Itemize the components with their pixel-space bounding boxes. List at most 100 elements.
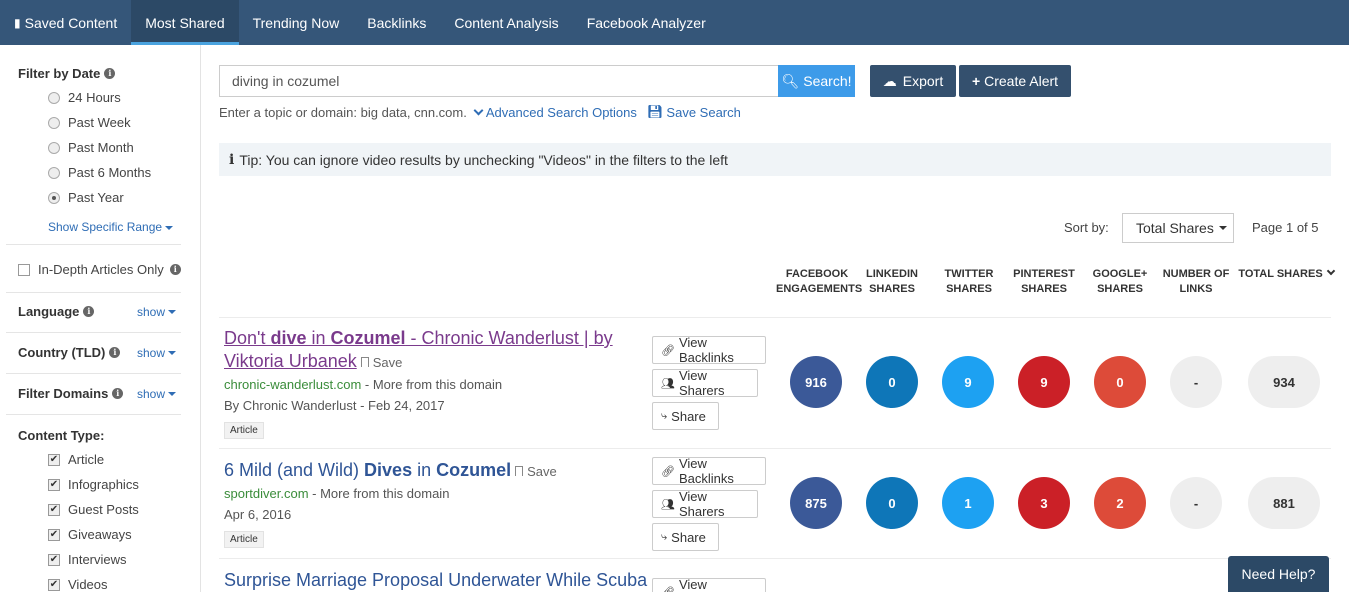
article-type-badge: Article — [224, 531, 264, 548]
date-option-past-6-months[interactable]: Past 6 Months — [48, 165, 151, 180]
article-byline: Apr 6, 2016 — [224, 507, 292, 522]
view-sharers-button[interactable]: 👥︎ View Sharers — [652, 368, 758, 398]
content-type-interviews[interactable]: ✔ Interviews — [48, 552, 127, 567]
share-button[interactable]: ⤷ Share — [652, 402, 719, 430]
article-title-link[interactable]: Don't dive in Cozumel - Chronic Wanderlu… — [224, 327, 644, 374]
view-sharers-button[interactable]: 👥︎ View Sharers — [652, 489, 758, 519]
bookmark-icon — [360, 357, 369, 367]
show-specific-range-link[interactable]: Show Specific Range — [48, 220, 174, 234]
date-option-24-hours[interactable]: 24 Hours — [48, 90, 121, 105]
tab-most-shared[interactable]: Most Shared — [131, 0, 239, 45]
facebook-engagements-count: 916 — [790, 356, 842, 408]
total-shares-count: 881 — [1248, 477, 1320, 529]
chevron-down-icon — [1326, 266, 1335, 276]
info-icon[interactable]: i — [104, 68, 116, 79]
googleplus-shares-count: 0 — [1094, 356, 1146, 408]
checkmark-icon: ✔ — [48, 453, 60, 466]
divider — [6, 244, 181, 245]
search-button[interactable]: 🔍︎ Search! — [778, 65, 855, 97]
col-pinterest-shares[interactable]: PINTEREST SHARES — [1012, 267, 1076, 297]
sort-select[interactable]: Total Shares — [1122, 213, 1234, 243]
linkedin-shares-count: 0 — [866, 477, 918, 529]
export-button[interactable]: ☁ Export — [870, 65, 956, 97]
radio-selected-icon — [48, 191, 60, 204]
caret-down-icon — [165, 225, 174, 230]
checkbox[interactable] — [18, 263, 30, 276]
tab-facebook-analyzer[interactable]: Facebook Analyzer — [573, 0, 720, 45]
more-from-domain-link[interactable]: - More from this domain — [361, 377, 502, 392]
content-type-giveaways[interactable]: ✔ Giveaways — [48, 527, 132, 542]
info-icon[interactable]: i — [169, 264, 181, 275]
content-type-article[interactable]: ✔ Article — [48, 452, 104, 467]
save-search-icon: 💾︎ — [646, 104, 664, 119]
more-from-domain-link[interactable]: - More from this domain — [309, 486, 449, 501]
domain-link[interactable]: sportdiver.com — [224, 486, 309, 501]
row-divider — [219, 317, 1331, 318]
content-type-videos[interactable]: ✔ Videos — [48, 577, 108, 592]
content-type-guest-posts[interactable]: ✔ Guest Posts — [48, 502, 139, 517]
advanced-search-link[interactable]: Advanced Search Options — [486, 105, 637, 120]
need-help-button[interactable]: Need Help? — [1228, 556, 1329, 592]
article-title-link[interactable]: Surprise Marriage Proposal Underwater Wh… — [224, 569, 647, 592]
plus-icon: + — [971, 73, 981, 89]
view-backlinks-button[interactable]: 🔗︎View Backlinks — [652, 577, 766, 592]
language-show-toggle[interactable]: show — [137, 305, 176, 319]
tab-backlinks[interactable]: Backlinks — [353, 0, 440, 45]
save-search-link[interactable]: Save Search — [666, 105, 740, 120]
col-total-shares[interactable]: TOTAL SHARES — [1238, 266, 1335, 282]
top-nav: ▮ Saved Content Most Shared Trending Now … — [0, 0, 1349, 45]
total-shares-count: 934 — [1248, 356, 1320, 408]
article-title-link[interactable]: 6 Mild (and Wild) Dives in Cozumel Save — [224, 459, 644, 483]
page-indicator: Page 1 of 5 — [1252, 220, 1319, 235]
share-icon: ⤷ — [661, 530, 668, 543]
in-depth-checkbox-row[interactable]: In-Depth Articles Only i — [18, 262, 181, 277]
tab-content-analysis[interactable]: Content Analysis — [440, 0, 572, 45]
domain-link[interactable]: chronic-wanderlust.com — [224, 377, 361, 392]
view-backlinks-button[interactable]: 🔗︎View Backlinks — [652, 335, 766, 365]
search-hint: Enter a topic or domain: big data, cnn.c… — [219, 104, 741, 120]
divider — [6, 373, 181, 374]
article-domain: sportdiver.com - More from this domain — [224, 486, 449, 501]
language-title: Language i — [18, 304, 95, 319]
country-title: Country (TLD) i — [18, 345, 121, 360]
date-option-past-year[interactable]: Past Year — [48, 190, 124, 205]
col-linkedin-shares[interactable]: LINKEDIN SHARES — [860, 267, 924, 297]
checkmark-icon: ✔ — [48, 528, 60, 541]
country-show-toggle[interactable]: show — [137, 346, 176, 360]
col-twitter-shares[interactable]: TWITTER SHARES — [938, 267, 1000, 297]
content-type-infographics[interactable]: ✔ Infographics — [48, 477, 139, 492]
radio-icon — [48, 166, 60, 179]
share-button[interactable]: ⤷ Share — [652, 523, 719, 551]
col-googleplus-shares[interactable]: GOOGLE+ SHARES — [1090, 267, 1150, 297]
info-icon[interactable]: i — [83, 306, 95, 317]
date-option-past-week[interactable]: Past Week — [48, 115, 131, 130]
tab-trending-now[interactable]: Trending Now — [239, 0, 354, 45]
domains-show-toggle[interactable]: show — [137, 387, 176, 401]
language-filter-row: Language i show — [18, 304, 176, 319]
checkmark-icon: ✔ — [48, 503, 60, 516]
create-alert-button[interactable]: + Create Alert — [959, 65, 1071, 97]
linkedin-shares-count: 0 — [866, 356, 918, 408]
twitter-shares-count: 1 — [942, 477, 994, 529]
pinterest-shares-count: 3 — [1018, 477, 1070, 529]
search-input[interactable]: diving in cozumel — [219, 65, 778, 97]
tab-saved-content[interactable]: ▮ Saved Content — [0, 0, 131, 45]
view-backlinks-button[interactable]: 🔗︎View Backlinks — [652, 456, 766, 486]
save-article-button[interactable]: Save — [515, 460, 557, 483]
save-article-button[interactable]: Save — [360, 351, 402, 374]
col-number-of-links[interactable]: NUMBER OF LINKS — [1162, 267, 1230, 297]
col-facebook-engagements[interactable]: FACEBOOK ENGAGEMENTS — [776, 267, 862, 297]
info-icon[interactable]: i — [112, 388, 124, 399]
radio-icon — [48, 91, 60, 104]
checkmark-icon: ✔ — [48, 553, 60, 566]
caret-down-icon — [1218, 226, 1227, 230]
link-icon: 🔗︎ — [661, 586, 675, 592]
article-domain: chronic-wanderlust.com - More from this … — [224, 377, 502, 392]
divider — [6, 332, 181, 333]
date-option-past-month[interactable]: Past Month — [48, 140, 134, 155]
tip-banner: i Tip: You can ignore video results by u… — [219, 143, 1331, 176]
search-icon: 🔍︎ — [781, 72, 800, 89]
bookmark-icon: ▮ — [14, 15, 21, 30]
info-icon[interactable]: i — [109, 347, 121, 358]
bookmark-icon — [515, 466, 524, 476]
